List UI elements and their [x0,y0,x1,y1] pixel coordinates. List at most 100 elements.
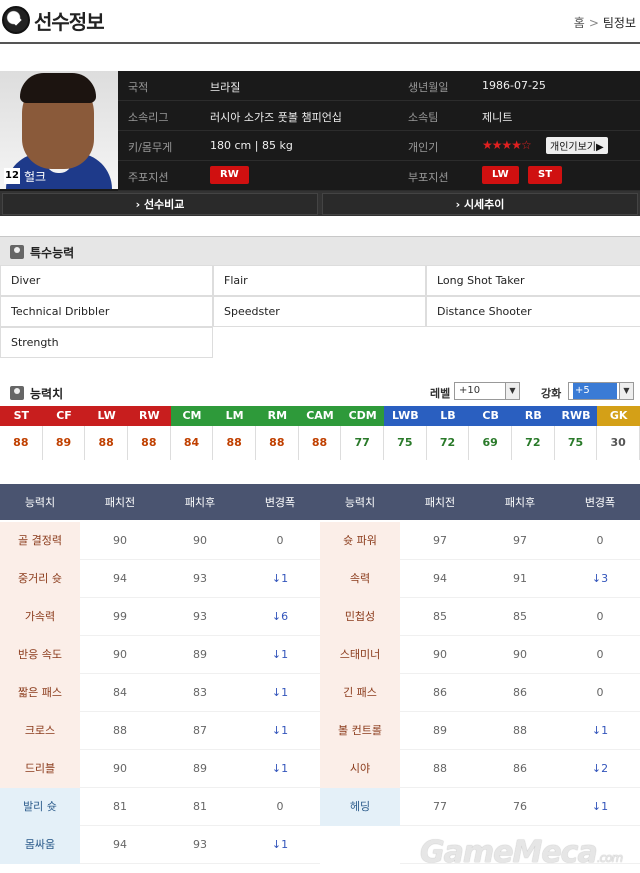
position-label: RWB [554,406,598,426]
breadcrumb-home[interactable]: 홈 [574,16,585,30]
profile-value: 제니트 [482,111,513,124]
stat-after: 86 [513,762,527,775]
stat-before: 86 [433,686,447,699]
player-compare-button[interactable]: › 선수비교 [2,193,318,215]
stat-before: 99 [113,610,127,623]
stat-after: 87 [193,724,207,737]
position-label: CDM [341,406,384,426]
position-label: RM [256,406,299,426]
profile-label: 부포지션 [408,171,449,184]
stats-row: 드리블 90 89 ↓1 시야 88 86 ↓2 [0,750,640,788]
player-name: 헐크 [24,170,47,184]
position-value: 72 [427,426,470,460]
stat-before: 90 [113,534,127,547]
stats-column-header: 능력치 [344,496,376,509]
stats-column-header: 패치후 [504,496,536,509]
level-label: 레벨 [430,387,451,400]
profile-label: 개인기 [408,141,439,154]
stat-name: 스태미너 [320,636,400,674]
position-value: 72 [512,426,555,460]
breadcrumb-current[interactable]: 팀정보 [603,16,636,30]
breadcrumb: 홈 > 팀정보 [574,14,636,31]
position-value: 88 [0,426,43,460]
abilities-title: 능력치 [30,387,64,401]
profile-value: 브라질 [210,81,241,94]
position-value: 84 [171,426,214,460]
position-value: 77 [341,426,384,460]
enhance-label: 강화 [541,387,562,400]
stat-name: 시야 [320,750,400,788]
traits-header: 특수능력 [0,236,640,266]
trait-item: Speedster [213,296,426,327]
position-label: CB [469,406,512,426]
profile-value: 러시아 소가즈 풋볼 챔피언십 [210,111,342,124]
soccer-ball-icon [2,6,30,34]
stat-after: 81 [193,800,207,813]
stat-after: 90 [193,534,207,547]
stat-after: 89 [193,762,207,775]
sub-position-badge: ST [528,166,563,184]
profile-label: 국적 [128,81,149,94]
profile-row: 주포지션 부포지션 RW LW ST [118,161,640,191]
position-label: LM [213,406,256,426]
stat-before: 85 [433,610,447,623]
stat-name: 드리블 [0,750,80,788]
enhance-value: +5 [573,383,617,399]
stats-row: 반응 속도 90 89 ↓1 스태미너 90 90 0 [0,636,640,674]
action-bar: › 선수비교 › 시세추이 [0,191,640,216]
skill-stars: ★★★★☆ [482,138,532,152]
stat-before: 81 [113,800,127,813]
watermark-suffix: .com [596,851,623,865]
stat-change: ↓1 [591,800,609,813]
stat-name: 반응 속도 [0,636,80,674]
stats-column-header: 패치전 [104,496,136,509]
stat-after: 76 [513,800,527,813]
stat-change: ↓6 [271,610,289,623]
stat-before: 84 [113,686,127,699]
profile-row: 국적 브라질 생년월일 1986-07-25 [118,71,640,101]
stat-name [320,826,400,864]
stat-change: ↓1 [271,648,289,661]
stat-change: ↓3 [591,572,609,585]
position-value: 88 [128,426,171,460]
stat-change: 0 [276,800,284,813]
stat-name: 민첩성 [320,598,400,636]
profile-label: 생년월일 [408,81,449,94]
stats-column-header: 변경폭 [584,496,616,509]
stat-change: ↓1 [271,762,289,775]
position-value: 69 [469,426,512,460]
stats-row: 크로스 88 87 ↓1 볼 컨트롤 89 88 ↓1 [0,712,640,750]
enhance-select[interactable]: +5 ▼ [568,382,634,400]
stat-before: 94 [113,838,127,851]
stat-change: ↓2 [591,762,609,775]
stat-after: 86 [513,686,527,699]
stats-row: 발리 슛 81 81 0 헤딩 77 76 ↓1 [0,788,640,826]
stats-column-header: 패치전 [424,496,456,509]
skill-view-button[interactable]: 개인기보기▶ [546,137,608,154]
position-label: CM [170,406,214,426]
profile-label: 주포지션 [128,171,169,184]
stats-header: 능력치 패치전 패치후 변경폭 능력치 패치전 패치후 변경폭 [0,484,640,520]
stat-change: 0 [596,534,604,547]
watermark: GameMeca.com [420,835,623,870]
stat-after: 89 [193,648,207,661]
stat-name: 중거리 슛 [0,560,80,598]
stat-name: 짧은 패스 [0,674,80,712]
position-label: CAM [298,406,342,426]
stat-change: ↓1 [271,572,289,585]
stat-change: ↓1 [591,724,609,737]
stats-column-header: 패치후 [184,496,216,509]
stat-after: 93 [193,572,207,585]
breadcrumb-separator: > [588,16,599,30]
position-value: 88 [213,426,256,460]
stat-before: 90 [113,648,127,661]
position-value: 30 [597,426,640,460]
traits-title: 특수능력 [30,246,75,260]
market-trend-button[interactable]: › 시세추이 [322,193,638,215]
stat-after: 85 [513,610,527,623]
stat-before: 94 [433,572,447,585]
chevron-down-icon: ▼ [505,383,519,399]
stat-name: 긴 패스 [320,674,400,712]
profile-label: 소속리그 [128,111,169,124]
level-select[interactable]: +10 ▼ [454,382,520,400]
